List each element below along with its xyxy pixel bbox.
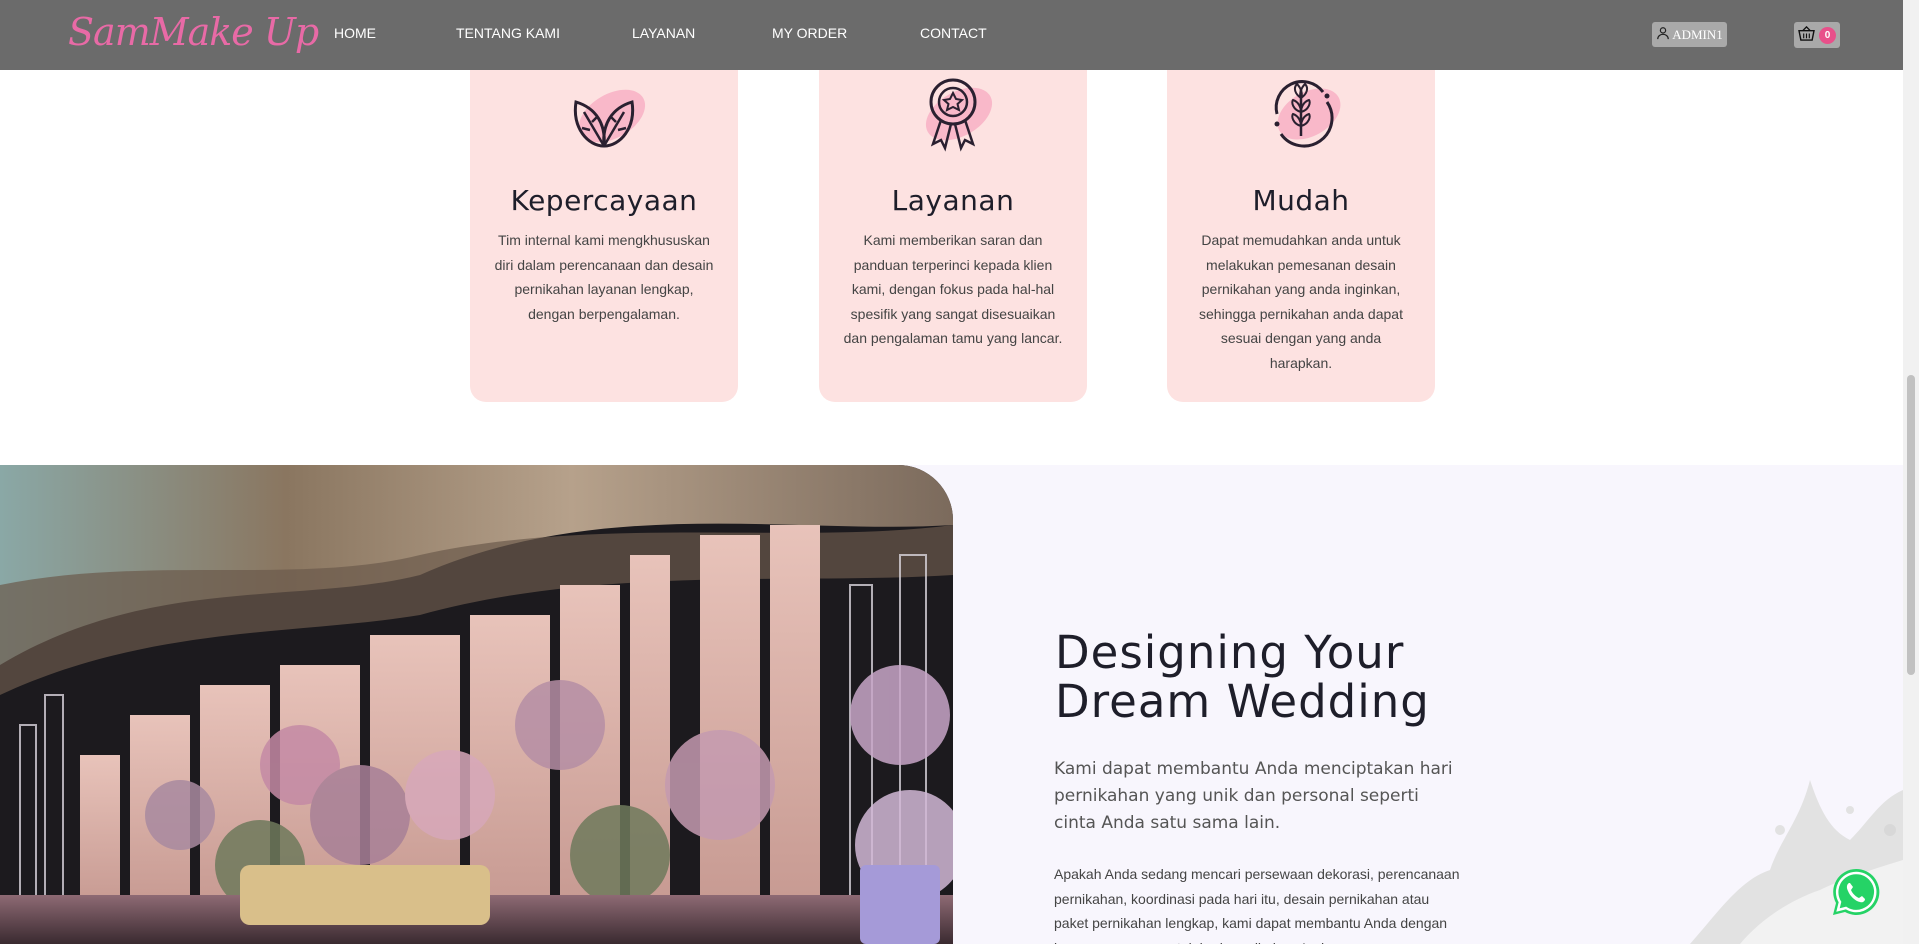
wheat-icon [1251, 68, 1351, 154]
feature-card-layanan: Layanan Kami memberikan saran dan pandua… [819, 40, 1087, 402]
feature-description: Kami memberikan saran dan panduan terper… [843, 232, 1063, 346]
cart-button[interactable]: 0 [1794, 22, 1840, 48]
feature-card-kepercayaan: Kepercayaan Tim internal kami mengkhusus… [470, 40, 738, 402]
navbar: SamMake Up HOME TENTANG KAMI LAYANAN MY … [0, 0, 1903, 70]
feature-card-mudah: Mudah Dapat memudahkan anda untuk melaku… [1167, 40, 1435, 402]
nav-layanan[interactable]: LAYANAN [632, 25, 695, 41]
admin-label: ADMIN1 [1672, 26, 1723, 42]
scrollbar-thumb[interactable] [1907, 375, 1915, 675]
feature-title: Kepercayaan [510, 184, 698, 217]
award-badge-icon [903, 68, 1003, 154]
nav-tentang-kami[interactable]: TENTANG KAMI [456, 25, 560, 41]
whatsapp-icon [1830, 868, 1882, 922]
cart-count-badge: 0 [1819, 26, 1836, 44]
admin-account-button[interactable]: ADMIN1 [1652, 22, 1727, 47]
wedding-venue-image [0, 465, 953, 944]
feature-title: Layanan [891, 184, 1015, 217]
feature-description: Tim internal kami mengkhususkan diri dal… [494, 232, 714, 322]
basket-icon [1798, 25, 1815, 45]
headline-line-1: Designing Your [1055, 626, 1405, 679]
about-body: Apakah Anda sedang mencari persewaan dek… [1054, 866, 1460, 944]
nav-contact[interactable]: CONTACT [920, 25, 987, 41]
feature-title: Mudah [1252, 184, 1350, 217]
headline-line-2: Dream Wedding [1055, 675, 1430, 728]
leaf-icon [554, 68, 654, 154]
feature-description: Dapat memudahkan anda untuk melakukan pe… [1199, 232, 1403, 371]
nav-my-order[interactable]: MY ORDER [772, 25, 847, 41]
about-lead: Kami dapat membantu Anda menciptakan har… [1054, 759, 1453, 833]
about-headline: Designing Your Dream Wedding [1055, 628, 1575, 726]
page-scrollbar[interactable] [1903, 0, 1919, 944]
whatsapp-button[interactable] [1830, 866, 1882, 918]
nav-home[interactable]: HOME [334, 25, 376, 41]
brand-logo[interactable]: SamMake Up [68, 10, 319, 54]
user-icon [1656, 26, 1670, 44]
